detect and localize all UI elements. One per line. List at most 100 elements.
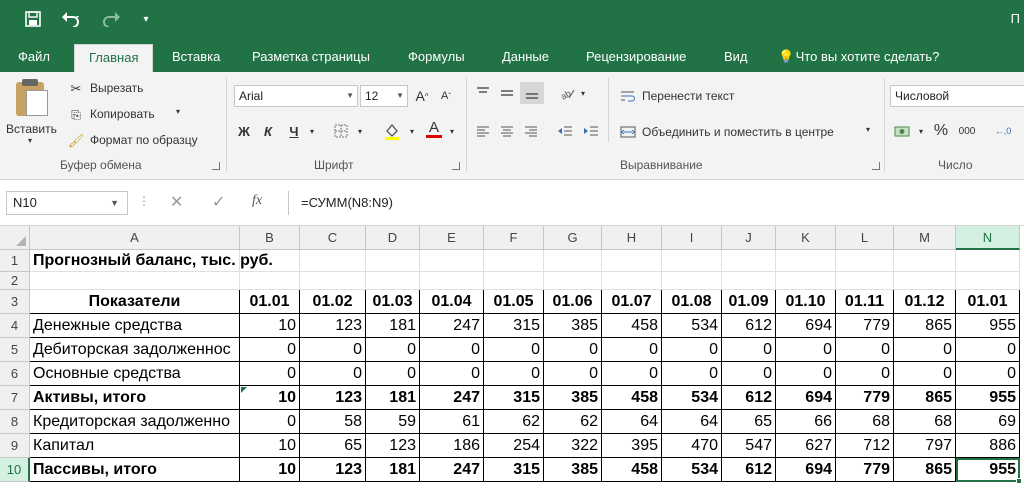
tab-data[interactable]: Данные	[502, 46, 549, 72]
value-cell[interactable]: 886	[956, 434, 1020, 458]
empty-cell[interactable]	[894, 250, 956, 272]
orientation-dropdown-icon[interactable]: ▾	[578, 82, 588, 104]
row-label[interactable]: Капитал	[30, 434, 240, 458]
value-cell[interactable]: 181	[366, 386, 420, 410]
value-cell[interactable]: 612	[722, 458, 776, 482]
empty-cell[interactable]	[662, 272, 722, 290]
value-cell[interactable]: 955	[956, 386, 1020, 410]
value-cell[interactable]: 0	[836, 362, 894, 386]
format-painter-icon[interactable]: 🖌	[68, 130, 85, 152]
value-cell[interactable]: 627	[776, 434, 836, 458]
cut-button[interactable]: Вырезать	[90, 81, 143, 95]
row-label[interactable]: Активы, итого	[30, 386, 240, 410]
value-cell[interactable]: 123	[300, 386, 366, 410]
row-header-6[interactable]: 6	[0, 362, 30, 386]
value-cell[interactable]: 458	[602, 386, 662, 410]
empty-cell[interactable]	[544, 250, 602, 272]
value-cell[interactable]: 0	[366, 362, 420, 386]
value-cell[interactable]: 58	[300, 410, 366, 434]
clipboard-launcher-icon[interactable]	[212, 162, 220, 170]
value-cell[interactable]: 779	[836, 458, 894, 482]
percent-button[interactable]: %	[930, 120, 952, 142]
column-header-a[interactable]: A	[30, 226, 240, 250]
copy-button[interactable]: Копировать	[90, 107, 155, 121]
value-cell[interactable]: 0	[300, 362, 366, 386]
value-cell[interactable]: 0	[662, 362, 722, 386]
tab-view[interactable]: Вид	[724, 46, 748, 72]
value-cell[interactable]: 0	[366, 338, 420, 362]
decrease-font-icon[interactable]: Aˇ	[436, 85, 456, 107]
value-cell[interactable]: 0	[420, 338, 484, 362]
fill-handle[interactable]	[1016, 478, 1022, 484]
value-cell[interactable]: 385	[544, 386, 602, 410]
value-cell[interactable]: 247	[420, 386, 484, 410]
column-header-m[interactable]: M	[894, 226, 956, 250]
fill-color-dropdown-icon[interactable]: ▾	[406, 120, 418, 142]
column-header-e[interactable]: E	[420, 226, 484, 250]
selected-cell[interactable]: 955	[956, 458, 1020, 482]
value-cell[interactable]: 61	[420, 410, 484, 434]
value-cell[interactable]: 62	[544, 410, 602, 434]
empty-cell[interactable]	[366, 272, 420, 290]
increase-indent-icon[interactable]	[580, 120, 602, 142]
orientation-icon[interactable]: ab	[556, 82, 578, 104]
value-cell[interactable]: 64	[662, 410, 722, 434]
customize-qat-icon[interactable]: ▾	[138, 8, 154, 30]
value-cell[interactable]: 0	[544, 338, 602, 362]
header-date[interactable]: 01.01	[956, 290, 1020, 314]
value-cell[interactable]: 315	[484, 458, 544, 482]
font-name-combo[interactable]: Arial ▼	[234, 85, 358, 107]
copy-dropdown-icon[interactable]: ▾	[176, 107, 180, 116]
value-cell[interactable]: 797	[894, 434, 956, 458]
column-header-n[interactable]: N	[956, 226, 1020, 250]
row-header-4[interactable]: 4	[0, 314, 30, 338]
value-cell[interactable]: 0	[836, 338, 894, 362]
column-header-f[interactable]: F	[484, 226, 544, 250]
value-cell[interactable]: 0	[544, 362, 602, 386]
format-painter-button[interactable]: Формат по образцу	[90, 133, 198, 147]
value-cell[interactable]: 534	[662, 314, 722, 338]
value-cell[interactable]: 694	[776, 386, 836, 410]
value-cell[interactable]: 322	[544, 434, 602, 458]
empty-cell[interactable]	[722, 250, 776, 272]
value-cell[interactable]: 0	[484, 338, 544, 362]
empty-cell[interactable]	[836, 250, 894, 272]
value-cell[interactable]: 0	[240, 362, 300, 386]
value-cell[interactable]: 123	[300, 314, 366, 338]
save-icon[interactable]	[22, 8, 44, 30]
value-cell[interactable]: 0	[776, 338, 836, 362]
value-cell[interactable]: 612	[722, 386, 776, 410]
currency-icon[interactable]	[890, 120, 916, 142]
empty-cell[interactable]	[894, 272, 956, 290]
currency-dropdown-icon[interactable]: ▾	[916, 120, 926, 142]
value-cell[interactable]: 779	[836, 386, 894, 410]
value-cell[interactable]: 10	[240, 458, 300, 482]
header-date[interactable]: 01.12	[894, 290, 956, 314]
empty-cell[interactable]	[30, 272, 240, 290]
column-header-c[interactable]: C	[300, 226, 366, 250]
redo-icon[interactable]	[98, 8, 128, 30]
value-cell[interactable]: 315	[484, 386, 544, 410]
merge-center-button[interactable]: Объединить и поместить в центре	[642, 125, 834, 139]
value-cell[interactable]: 458	[602, 314, 662, 338]
value-cell[interactable]: 59	[366, 410, 420, 434]
merge-dropdown-icon[interactable]: ▾	[866, 125, 870, 134]
value-cell[interactable]: 0	[300, 338, 366, 362]
header-date[interactable]: 01.06	[544, 290, 602, 314]
copy-icon[interactable]: ⎘	[68, 104, 84, 126]
header-date[interactable]: 01.03	[366, 290, 420, 314]
sheet-title[interactable]: Прогнозный баланс, тыс. руб.	[30, 250, 370, 272]
tab-review[interactable]: Рецензирование	[586, 46, 686, 72]
enter-icon[interactable]: ✓	[212, 192, 225, 212]
value-cell[interactable]: 0	[484, 362, 544, 386]
cancel-icon[interactable]: ✕	[170, 192, 183, 212]
tab-page-layout[interactable]: Разметка страницы	[252, 46, 370, 72]
value-cell[interactable]: 458	[602, 458, 662, 482]
thousands-button[interactable]: 000	[954, 120, 980, 142]
empty-cell[interactable]	[366, 250, 420, 272]
header-date[interactable]: 01.10	[776, 290, 836, 314]
value-cell[interactable]: 955	[956, 314, 1020, 338]
name-box[interactable]: N10 ▼	[6, 191, 128, 215]
value-cell[interactable]: 186	[420, 434, 484, 458]
font-color-icon[interactable]: A	[422, 118, 446, 140]
